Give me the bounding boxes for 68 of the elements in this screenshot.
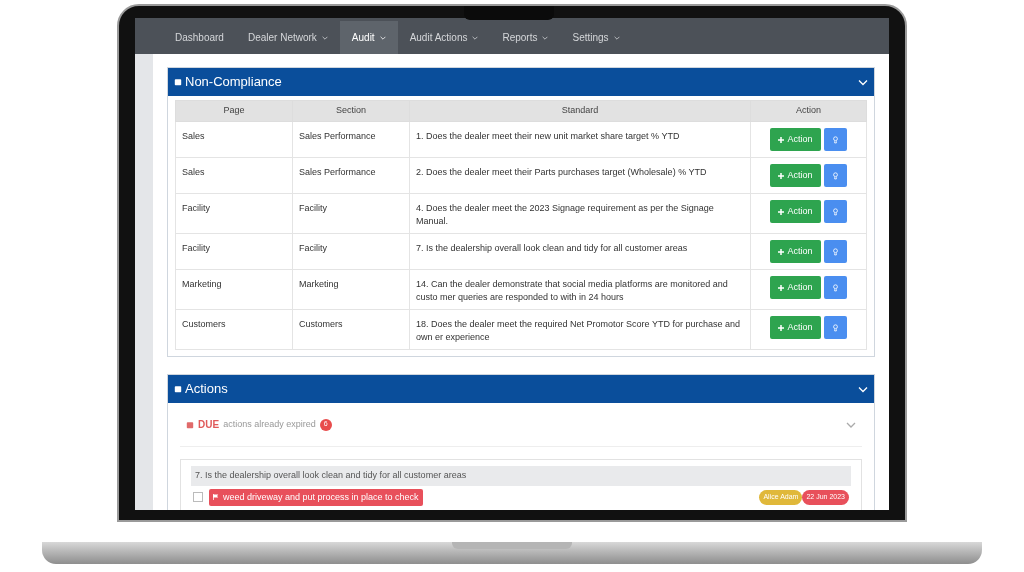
flag-icon [213, 494, 219, 501]
calendar-icon [186, 420, 194, 429]
add-action-button[interactable]: Action [770, 316, 821, 339]
table-cell: Facility [175, 233, 293, 270]
column-header: Page [175, 100, 293, 122]
lightbulb-button[interactable] [823, 240, 847, 263]
calendar-icon [174, 385, 182, 393]
table-cell: 1. Does the dealer meet their new unit market share target % YTD [409, 121, 751, 158]
panel-title: Non-Compliance [185, 73, 282, 92]
table-cell: Sales Performance [292, 121, 410, 158]
nav-item[interactable]: Reports [490, 21, 561, 54]
column-header: Action [750, 100, 867, 122]
table-cell: 14. Can the dealer demonstrate that social media platforms are monitored and custo mer queries are responded to with in 24 hours [409, 269, 751, 310]
lightbulb-button[interactable] [823, 164, 847, 187]
lightbulb-button[interactable] [823, 200, 847, 223]
panel-header[interactable]: Actions [168, 375, 874, 403]
table-cell: 18. Does the dealer meet the required Net Promotor Score YTD for purchase and own er experience [409, 309, 751, 350]
table-cell: Facility [292, 193, 410, 234]
add-action-button[interactable]: Action [770, 128, 821, 151]
nav-item[interactable]: Audit Actions [397, 21, 491, 54]
nav-item[interactable]: Audit [339, 21, 398, 54]
chevron-icon [858, 385, 868, 393]
table-cell: Sales [175, 157, 293, 194]
table-cell: 4. Does the dealer meet the 2023 Signage requirement as per the Signage Manual. [409, 193, 751, 234]
due-text: actions already expired [223, 417, 316, 431]
lightbulb-icon [832, 247, 838, 256]
nav-item[interactable]: Dealer Network [235, 21, 340, 54]
lightbulb-button[interactable] [823, 316, 847, 339]
column-header: Section [292, 100, 410, 122]
table-cell: 7. Is the dealership overall look clean and tidy for all customer areas [409, 233, 751, 270]
lightbulb-icon [832, 323, 838, 332]
plus-icon [778, 284, 785, 291]
checkbox[interactable] [193, 492, 203, 503]
action-tag: weed driveway and put process in place to check [209, 488, 423, 506]
lightbulb-icon [832, 171, 838, 180]
plus-icon [778, 136, 785, 143]
chevron-icon [846, 421, 856, 428]
table-cell: Sales [175, 121, 293, 158]
table-cell: Marketing [292, 269, 410, 310]
lightbulb-button[interactable] [823, 276, 847, 299]
plus-icon [778, 208, 785, 215]
lightbulb-icon [832, 207, 838, 216]
plus-icon [778, 324, 785, 331]
table-cell: Facility [292, 233, 410, 270]
chevron-icon [858, 78, 868, 86]
lightbulb-icon [832, 135, 838, 144]
table-cell: Marketing [175, 269, 293, 310]
table-cell: Sales Performance [292, 157, 410, 194]
due-label: DUE [198, 418, 220, 432]
add-action-button[interactable]: Action [770, 276, 821, 299]
add-action-button[interactable]: Action [770, 200, 821, 223]
plus-icon [778, 172, 785, 179]
table-cell: Customers [175, 309, 293, 350]
table-cell: Facility [175, 193, 293, 234]
nav-item[interactable]: Settings [560, 21, 632, 54]
table-cell: 2. Does the dealer meet their Parts purchases target (Wholesale) % YTD [409, 157, 751, 194]
add-action-button[interactable]: Action [770, 164, 821, 187]
lightbulb-button[interactable] [823, 128, 847, 151]
table-cell: Customers [292, 309, 410, 350]
lightbulb-icon [832, 283, 838, 292]
panel-title: Actions [185, 380, 228, 399]
panel-header[interactable]: Non-Compliance [168, 68, 874, 96]
calendar-icon [174, 78, 182, 86]
plus-icon [778, 248, 785, 255]
add-action-button[interactable]: Action [770, 240, 821, 263]
column-header: Standard [409, 100, 751, 122]
nav-item[interactable]: Dashboard [163, 21, 236, 54]
group-title: 7. Is the dealership overall look clean and tidy for all customer areas [191, 466, 851, 486]
